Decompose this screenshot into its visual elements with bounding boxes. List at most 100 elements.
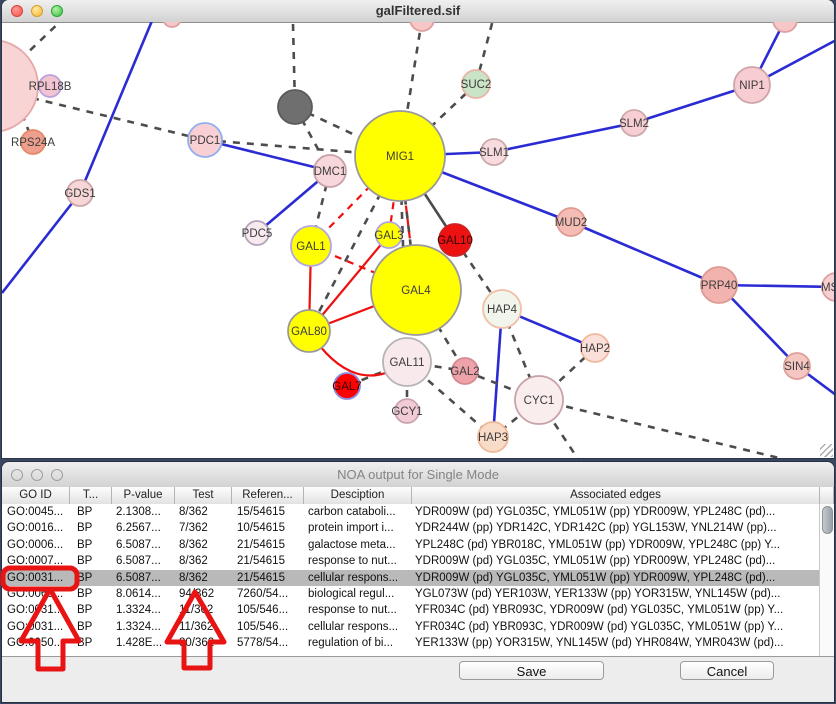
table-cell: GO:0031...	[2, 570, 70, 586]
table-cell: 11/362	[175, 602, 232, 618]
table-cell: GO:0006...	[2, 537, 70, 553]
table-cell: 6.5087...	[112, 570, 175, 586]
table-row[interactable]: GO:0016...BP6.2567...7/36210/54615protei…	[2, 520, 819, 536]
table-row[interactable]: GO:0045...BP2.1308...8/36215/54615carbon…	[2, 504, 819, 520]
minimize-button-icon[interactable]	[31, 5, 43, 17]
table-cell: GO:0031...	[2, 602, 70, 618]
node-label: GDS1	[64, 188, 95, 200]
table-cell: 21/54615	[232, 537, 304, 553]
node-label: GAL1	[296, 241, 325, 253]
column-header-p-value[interactable]: P-value	[112, 487, 175, 504]
node-label: RPS24A	[11, 137, 55, 149]
minimize-button-icon[interactable]	[31, 469, 43, 481]
table-cell: YDR009W (pd) YGL035C, YML051W (pp) YDR00…	[412, 570, 819, 586]
node-label: HAP4	[487, 304, 518, 316]
node-unlabeled[interactable]	[410, 22, 434, 31]
table-row[interactable]: GO:0031...BP1.3324...11/362105/546...cel…	[2, 619, 819, 635]
close-button-icon[interactable]	[11, 469, 23, 481]
edge-dash[interactable]	[32, 98, 205, 140]
edge-dash[interactable]	[20, 22, 66, 60]
edge-pp[interactable]	[2, 193, 80, 293]
table-cell: GO:0045...	[2, 504, 70, 520]
column-header-associated-edges[interactable]: Associated edges	[412, 487, 820, 504]
node-label: SUC2	[461, 79, 492, 91]
edge-pp[interactable]	[80, 22, 154, 193]
table-cell: 8.0614...	[112, 586, 175, 602]
node-unlabeled[interactable]	[278, 90, 312, 124]
node-label: GAL80	[291, 326, 327, 338]
node-label: MUD2	[555, 217, 588, 229]
edge-pp[interactable]	[571, 222, 719, 285]
node-label: SLM1	[479, 147, 509, 159]
table-cell: cellular respons...	[304, 619, 412, 635]
table-row[interactable]: GO:0031...BP1.3324...11/362105/546...res…	[2, 602, 819, 618]
close-button-icon[interactable]	[11, 5, 23, 17]
table-row[interactable]: GO:0006...BP6.5087...8/36221/54615galact…	[2, 537, 819, 553]
node-label: MSL1	[821, 282, 834, 294]
graph-canvas[interactable]: RPL18BRPS24AGDS1PDC1DMC1PDC5MIG1SUC2SLM1…	[2, 22, 834, 458]
node-label: MIG1	[386, 151, 414, 163]
table-cell: 1.3324...	[112, 602, 175, 618]
zoom-button-icon[interactable]	[51, 5, 63, 17]
table-cell: biological regul...	[304, 586, 412, 602]
table-cell: 8/362	[175, 553, 232, 569]
node-label: RPL18B	[29, 81, 72, 93]
table-cell: 11/362	[175, 619, 232, 635]
table-row[interactable]: GO:0065...BP8.0614...94/3627260/54...bio…	[2, 586, 819, 602]
node-label: PDC1	[190, 135, 221, 147]
table-cell: YFR034C (pd) YBR093C, YDR009W (pd) YGL03…	[412, 602, 819, 618]
column-header-desciption[interactable]: Desciption	[304, 487, 412, 504]
table-cell: 5778/54...	[232, 635, 304, 651]
table-cell: GO:0007...	[2, 553, 70, 569]
table-row[interactable]: GO:0007...BP6.5087...8/36221/54615respon…	[2, 553, 819, 569]
resize-grip-icon[interactable]	[820, 444, 833, 457]
table-cell: 105/546...	[232, 619, 304, 635]
column-header-go-id[interactable]: GO ID	[2, 487, 70, 504]
table-cell: YDR009W (pd) YGL035C, YML051W (pp) YDR00…	[412, 553, 819, 569]
table-cell: carbon cataboli...	[304, 504, 412, 520]
table-cell: 8/362	[175, 570, 232, 586]
table-footer: Save Cancel	[2, 657, 834, 702]
table-cell: 10/54615	[232, 520, 304, 536]
noa-window-titlebar[interactable]: NOA output for Single Mode	[2, 462, 834, 488]
edge-pp[interactable]	[494, 123, 634, 152]
node-unlabeled[interactable]	[163, 22, 181, 27]
node-label: GAL7	[332, 381, 361, 393]
cancel-button[interactable]: Cancel	[680, 661, 774, 680]
node-label: HAP3	[478, 432, 508, 444]
table-cell: YDR244W (pp) YDR142C, YDR142C (pp) YGL15…	[412, 520, 819, 536]
table-cell: BP	[70, 537, 112, 553]
column-header-t-[interactable]: T...	[70, 487, 112, 504]
node-label: GAL2	[450, 366, 479, 378]
zoom-button-icon[interactable]	[51, 469, 63, 481]
node-label: GAL11	[390, 357, 425, 369]
vertical-scrollbar[interactable]	[819, 504, 834, 656]
table-cell: GO:0016...	[2, 520, 70, 536]
table-cell: protein import i...	[304, 520, 412, 536]
table-cell: response to nut...	[304, 602, 412, 618]
table-cell: YDR009W (pd) YGL035C, YML051W (pp) YDR00…	[412, 504, 819, 520]
table-cell: BP	[70, 504, 112, 520]
network-window-titlebar[interactable]: galFiltered.sif	[2, 0, 834, 23]
table-cell: 15/54615	[232, 504, 304, 520]
table-cell: YGL073W (pd) YER103W, YER133W (pp) YOR31…	[412, 586, 819, 602]
edge-dash[interactable]	[539, 400, 804, 458]
column-header-referen-[interactable]: Referen...	[232, 487, 304, 504]
table-cell: 1.3324...	[112, 619, 175, 635]
table-row[interactable]: GO:0050...BP1.428E...80/3625778/54...reg…	[2, 635, 819, 651]
scrollbar-thumb[interactable]	[822, 506, 833, 534]
table-cell: galactose meta...	[304, 537, 412, 553]
column-header-spacer	[820, 487, 834, 504]
column-header-test[interactable]: Test	[175, 487, 232, 504]
node-label: GAL4	[401, 285, 431, 297]
table-cell: 94/362	[175, 586, 232, 602]
table-cell: 105/546...	[232, 602, 304, 618]
table-cell: BP	[70, 619, 112, 635]
table-row[interactable]: GO:0031...BP6.5087...8/36221/54615cellul…	[2, 570, 819, 586]
noa-output-window: NOA output for Single Mode GO IDT...P-va…	[2, 462, 834, 702]
node-label: GAL3	[374, 230, 403, 242]
save-button[interactable]: Save	[459, 661, 604, 680]
node-unlabeled[interactable]	[773, 22, 797, 32]
table-cell: GO:0031...	[2, 619, 70, 635]
network-window-title: galFiltered.sif	[2, 3, 834, 18]
